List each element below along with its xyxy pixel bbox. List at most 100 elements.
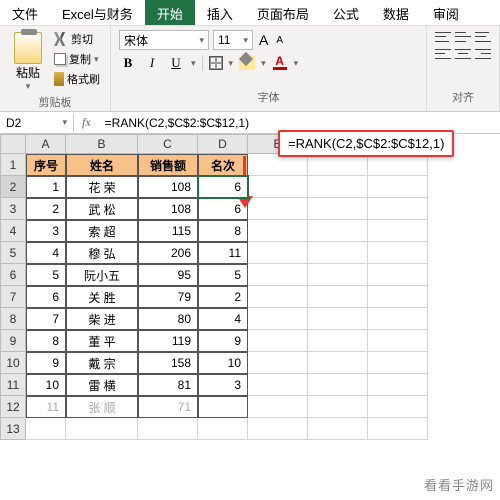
cell-6-E[interactable] xyxy=(248,264,308,286)
row-header-9[interactable]: 9 xyxy=(0,330,26,352)
cell-4-G[interactable] xyxy=(368,220,428,242)
cell-9-F[interactable] xyxy=(308,330,368,352)
cell-10-A[interactable]: 9 xyxy=(26,352,66,374)
row-header-4[interactable]: 4 xyxy=(0,220,26,242)
cell-10-F[interactable] xyxy=(308,352,368,374)
cell-5-G[interactable] xyxy=(368,242,428,264)
row-header-1[interactable]: 1 xyxy=(0,154,26,176)
cell-1-G[interactable] xyxy=(368,154,428,176)
cell-1-F[interactable] xyxy=(308,154,368,176)
cell-2-F[interactable] xyxy=(308,176,368,198)
align-center-button[interactable] xyxy=(455,47,471,61)
cell-2-B[interactable]: 花 荣 xyxy=(66,176,138,198)
cell-10-D[interactable]: 10 xyxy=(198,352,248,374)
decrease-font-button[interactable]: A xyxy=(274,35,285,46)
menu-insert[interactable]: 插入 xyxy=(195,0,245,25)
cell-5-E[interactable] xyxy=(248,242,308,264)
font-size-select[interactable]: 11▾ xyxy=(213,30,253,50)
cell-1-E[interactable] xyxy=(248,154,308,176)
format-painter-button[interactable]: 格式刷 xyxy=(52,70,102,88)
cell-7-E[interactable] xyxy=(248,286,308,308)
cell-8-B[interactable]: 柴 进 xyxy=(66,308,138,330)
bold-button[interactable]: B xyxy=(119,54,137,72)
underline-button[interactable]: U xyxy=(167,54,185,72)
cell-11-C[interactable]: 81 xyxy=(138,374,198,396)
cell-9-E[interactable] xyxy=(248,330,308,352)
header-no[interactable]: 序号 xyxy=(26,154,66,176)
column-header-A[interactable]: A xyxy=(26,134,66,154)
cell-12-G[interactable] xyxy=(368,396,428,418)
row-header-10[interactable]: 10 xyxy=(0,352,26,374)
cell-10-G[interactable] xyxy=(368,352,428,374)
cell-12-A[interactable]: 11 xyxy=(26,396,66,418)
row-header-2[interactable]: 2 xyxy=(0,176,26,198)
row-header-7[interactable]: 7 xyxy=(0,286,26,308)
row-header-5[interactable]: 5 xyxy=(0,242,26,264)
cell-7-B[interactable]: 关 胜 xyxy=(66,286,138,308)
row-header-8[interactable]: 8 xyxy=(0,308,26,330)
cell-3-F[interactable] xyxy=(308,198,368,220)
cell-11-D[interactable]: 3 xyxy=(198,374,248,396)
cell-6-G[interactable] xyxy=(368,264,428,286)
cell-2-A[interactable]: 1 xyxy=(26,176,66,198)
cell-6-F[interactable] xyxy=(308,264,368,286)
header-name[interactable]: 姓名 xyxy=(66,154,138,176)
align-middle-button[interactable] xyxy=(455,30,471,44)
header-sales[interactable]: 销售额 xyxy=(138,154,198,176)
paste-button[interactable]: 粘贴 ▾ xyxy=(8,30,48,94)
align-right-button[interactable] xyxy=(475,47,491,61)
cell-12-D[interactable] xyxy=(198,396,248,418)
cell-13-E[interactable] xyxy=(248,418,308,440)
cell-12-B[interactable]: 张 顺 xyxy=(66,396,138,418)
cell-7-G[interactable] xyxy=(368,286,428,308)
cell-3-C[interactable]: 108 xyxy=(138,198,198,220)
cell-3-G[interactable] xyxy=(368,198,428,220)
cell-10-C[interactable]: 158 xyxy=(138,352,198,374)
select-all-corner[interactable] xyxy=(0,134,26,154)
cell-2-D[interactable]: 6 xyxy=(198,176,248,198)
fx-icon[interactable]: fx xyxy=(74,115,99,130)
menu-review[interactable]: 审阅 xyxy=(421,0,471,25)
menu-layout[interactable]: 页面布局 xyxy=(245,0,321,25)
fill-color-button[interactable] xyxy=(239,56,255,70)
cell-11-G[interactable] xyxy=(368,374,428,396)
menu-home[interactable]: 开始 xyxy=(145,0,195,25)
formula-bar[interactable]: =RANK(C2,$C$2:$C$12,1) xyxy=(99,114,500,132)
cell-9-A[interactable]: 8 xyxy=(26,330,66,352)
cut-button[interactable]: 剪切 xyxy=(52,30,102,48)
cell-3-B[interactable]: 武 松 xyxy=(66,198,138,220)
cell-7-F[interactable] xyxy=(308,286,368,308)
cell-2-G[interactable] xyxy=(368,176,428,198)
cell-4-E[interactable] xyxy=(248,220,308,242)
column-header-B[interactable]: B xyxy=(66,134,138,154)
name-box[interactable]: D2▾ xyxy=(0,114,74,132)
cell-13-A[interactable] xyxy=(26,418,66,440)
row-header-11[interactable]: 11 xyxy=(0,374,26,396)
row-header-12[interactable]: 12 xyxy=(0,396,26,418)
cell-3-A[interactable]: 2 xyxy=(26,198,66,220)
cell-9-C[interactable]: 119 xyxy=(138,330,198,352)
cell-4-A[interactable]: 3 xyxy=(26,220,66,242)
cell-8-D[interactable]: 4 xyxy=(198,308,248,330)
cell-13-C[interactable] xyxy=(138,418,198,440)
cell-6-A[interactable]: 5 xyxy=(26,264,66,286)
borders-button[interactable] xyxy=(209,56,223,70)
cell-13-D[interactable] xyxy=(198,418,248,440)
cell-6-D[interactable]: 5 xyxy=(198,264,248,286)
cell-5-B[interactable]: 穆 弘 xyxy=(66,242,138,264)
font-color-button[interactable]: A xyxy=(272,56,288,70)
menu-formulas[interactable]: 公式 xyxy=(321,0,371,25)
cell-8-C[interactable]: 80 xyxy=(138,308,198,330)
cell-13-G[interactable] xyxy=(368,418,428,440)
cell-10-B[interactable]: 戴 宗 xyxy=(66,352,138,374)
cell-2-C[interactable]: 108 xyxy=(138,176,198,198)
menu-file[interactable]: 文件 xyxy=(0,0,50,25)
column-header-C[interactable]: C xyxy=(138,134,198,154)
row-header-13[interactable]: 13 xyxy=(0,418,26,440)
cell-6-B[interactable]: 阮小五 xyxy=(66,264,138,286)
cell-13-F[interactable] xyxy=(308,418,368,440)
menu-excel-finance[interactable]: Excel与财务 xyxy=(50,0,145,25)
cell-5-D[interactable]: 11 xyxy=(198,242,248,264)
cell-9-G[interactable] xyxy=(368,330,428,352)
align-left-button[interactable] xyxy=(435,47,451,61)
